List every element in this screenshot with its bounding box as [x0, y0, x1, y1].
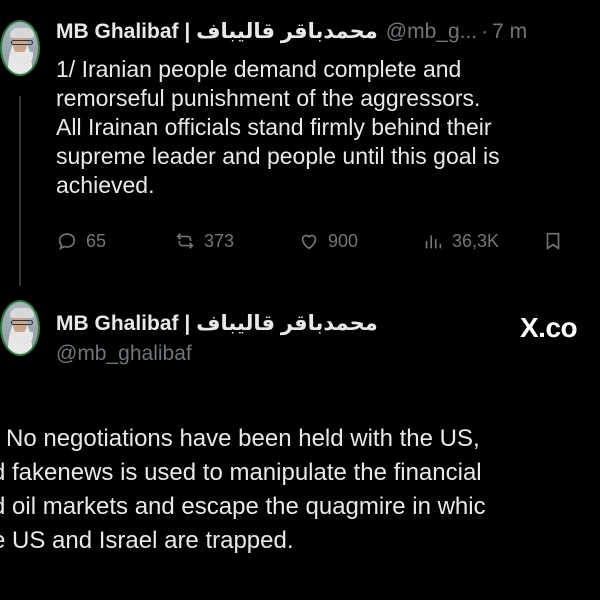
tweet-line: 1/ Iranian people demand complete and	[56, 56, 462, 82]
timestamp[interactable]: 7 m	[492, 20, 527, 44]
tweet-line: d fakenews is used to manipulate the fin…	[0, 459, 482, 486]
tweet-line: supreme leader and people until this goa…	[56, 143, 500, 169]
views-button[interactable]: 36,3K	[422, 230, 499, 252]
avatar-beard	[11, 332, 33, 346]
tweet-header: MB Ghalibaf | محمدباقر قالیباف	[56, 311, 378, 336]
tweet-line: All Irainan officials stand firmly behin…	[56, 114, 492, 140]
reply-icon	[58, 233, 76, 250]
views-count: 36,3K	[452, 230, 500, 251]
tweet-line: d oil markets and escape the quagmire in…	[0, 493, 486, 520]
tweet-line: achieved.	[56, 172, 155, 198]
tweet-actions: 65 373 900 36,3K	[56, 230, 580, 260]
repost-icon	[176, 233, 194, 249]
repost-button[interactable]: 373	[174, 230, 234, 252]
avatar-hair	[10, 28, 34, 38]
views-icon	[425, 235, 442, 249]
reply-count: 65	[86, 230, 107, 251]
x-brand-logo: X.co	[520, 312, 578, 343]
repost-count: 373	[204, 230, 235, 251]
display-name[interactable]: MB Ghalibaf | محمدباقر قالیباف	[56, 311, 378, 336]
bookmark-button[interactable]	[542, 230, 572, 252]
avatar-glasses	[11, 40, 33, 45]
tweet-text: No negotiations have been held with the …	[0, 422, 486, 558]
user-handle[interactable]: @mb_g...	[386, 20, 477, 44]
avatar-beard	[11, 52, 33, 66]
avatar[interactable]	[0, 20, 40, 76]
tweet-line: remorseful punishment of the aggressors.	[56, 85, 481, 111]
display-name[interactable]: MB Ghalibaf | محمدباقر قالیباف	[56, 19, 378, 44]
avatar-hair	[10, 308, 34, 318]
tweet-text: 1/ Iranian people demand complete and re…	[56, 55, 500, 200]
avatar-glasses	[11, 320, 33, 325]
tweet-line: No negotiations have been held with the …	[6, 425, 480, 452]
bookmark-icon	[546, 232, 560, 250]
tweet-line: e US and Israel are trapped.	[0, 527, 294, 554]
avatar[interactable]	[0, 300, 40, 356]
like-count: 900	[328, 230, 359, 251]
reply-button[interactable]: 65	[56, 230, 106, 252]
tweet-header: MB Ghalibaf | محمدباقر قالیباف @mb_g... …	[56, 19, 527, 44]
heart-icon	[301, 234, 317, 250]
thread-line	[19, 96, 21, 286]
like-button[interactable]: 900	[298, 230, 358, 252]
separator-dot: ·	[481, 19, 489, 43]
user-handle[interactable]: @mb_ghalibaf	[56, 342, 192, 366]
